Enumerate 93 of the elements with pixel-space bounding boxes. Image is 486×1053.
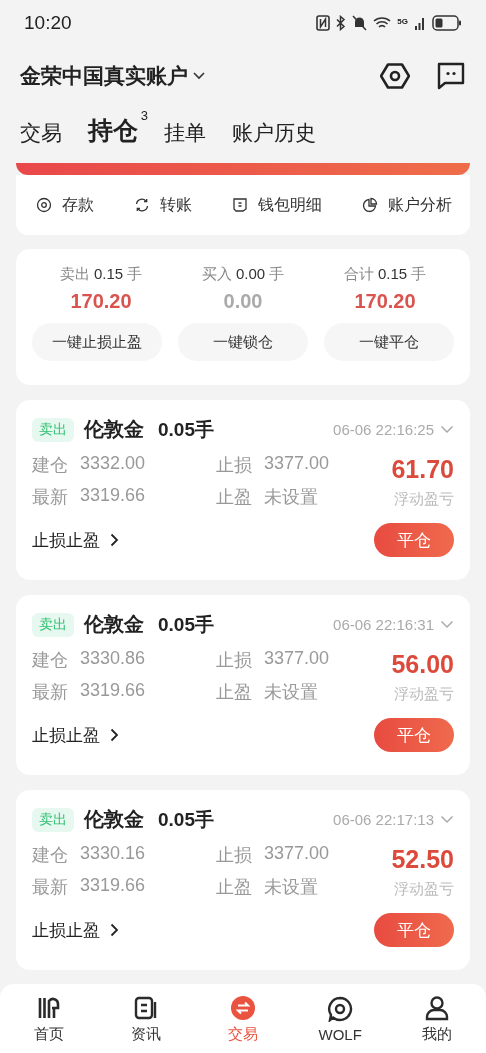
tab[interactable]: 账户历史 [232,119,316,147]
field-value: 3377.00 [264,843,330,865]
open-time: 06-06 22:16:25 [333,421,434,438]
chevron-right-icon [110,923,119,937]
action-button[interactable]: 账户分析 [362,194,452,216]
lot-size: 0.05手 [158,807,214,832]
nav-item[interactable]: 我的 [407,994,468,1044]
pnl-label: 浮动盈亏 [394,685,454,704]
pnl-label: 浮动盈亏 [394,880,454,899]
lots-label: 卖出 0.15 手 [59,265,143,284]
side-tag: 卖出 [32,807,74,832]
field-label: 最新 [32,681,68,704]
count-superscript: 3 [140,108,148,123]
nav-item[interactable]: WOLF [310,995,371,1043]
bluetooth-icon [336,14,347,31]
field-value: 3319.66 [80,485,146,507]
symbol-name: 伦敦金 [84,807,144,832]
pnl-value: 52.50 [391,845,454,874]
side-tag: 卖出 [32,417,74,442]
receipt-icon [232,197,248,213]
action-button[interactable]: 存款 [36,194,94,216]
status-time: 10:20 [24,11,72,34]
quick-button[interactable]: 一键止损止盈 [32,323,162,361]
pnl-value: 61.70 [391,455,454,484]
stop-loss-link[interactable]: 止损止盈 [32,528,119,552]
action-button[interactable]: 转账 [134,194,192,216]
profit-value: 170.20 [70,290,132,313]
settings-icon[interactable] [380,61,410,91]
nfc-icon [316,14,331,31]
field-label: 止损 [216,649,252,672]
field-value: 3330.16 [80,843,146,865]
profit-value: 0.00 [223,290,263,313]
stop-loss-link[interactable]: 止损止盈 [32,723,119,747]
quick-button[interactable]: 一键锁仓 [178,323,308,361]
lot-size: 0.05手 [158,612,214,637]
pnl-value: 56.00 [391,650,454,679]
lots-label: 合计 0.15 手 [343,265,427,284]
field-label: 最新 [32,876,68,899]
news-icon [132,994,159,1021]
pie-chart-icon [362,197,378,213]
lots-label: 买入 0.00 手 [201,265,285,284]
account-title[interactable]: 金荣中国真实账户 [20,62,188,90]
user-icon [424,994,451,1021]
field-value: 3377.00 [264,453,330,475]
chevron-right-icon [110,533,119,547]
nav-item[interactable]: 交易 [212,994,273,1044]
stop-loss-link[interactable]: 止损止盈 [32,918,119,942]
tab[interactable]: 挂单 [164,119,206,147]
field-label: 止盈 [216,486,252,509]
wifi-icon [373,15,392,30]
close-position-button[interactable]: 平仓 [374,913,454,947]
quick-button[interactable]: 一键平仓 [324,323,454,361]
exchange-icon [229,994,256,1021]
network-label: 5G [397,16,408,26]
lot-size: 0.05手 [158,417,214,442]
field-label: 止盈 [216,681,252,704]
message-icon[interactable] [436,61,466,91]
chat-icon [327,995,354,1022]
muted-bell-icon [352,14,368,31]
nav-item[interactable]: 资讯 [115,994,176,1044]
field-value: 3319.66 [80,680,146,702]
field-label: 止损 [216,844,252,867]
close-position-button[interactable]: 平仓 [374,718,454,752]
field-label: 止盈 [216,876,252,899]
pnl-label: 浮动盈亏 [394,490,454,509]
field-value: 3332.00 [80,453,146,475]
signal-icon [414,15,426,30]
close-position-button[interactable]: 平仓 [374,523,454,557]
field-label: 建仓 [32,649,68,672]
field-value: 未设置 [264,876,318,899]
field-label: 最新 [32,486,68,509]
field-value: 未设置 [264,486,318,509]
field-value: 3377.00 [264,648,330,670]
side-tag: 卖出 [32,612,74,637]
battery-icon [432,14,462,31]
nav-item[interactable]: 首页 [18,994,79,1044]
symbol-name: 伦敦金 [84,612,144,637]
profit-value: 170.20 [354,290,416,313]
field-value: 3330.86 [80,648,146,670]
action-button[interactable]: 钱包明细 [232,194,322,216]
tab[interactable]: 交易 [20,119,62,147]
open-time: 06-06 22:16:31 [333,616,434,633]
chevron-down-icon[interactable] [192,71,206,81]
chevron-right-icon [110,728,119,742]
field-label: 建仓 [32,844,68,867]
field-value: 未设置 [264,681,318,704]
refresh-icon [134,197,150,213]
field-value: 3319.66 [80,875,146,897]
open-time: 06-06 22:17:13 [333,811,434,828]
symbol-name: 伦敦金 [84,417,144,442]
target-icon [36,197,52,213]
field-label: 止损 [216,454,252,477]
field-label: 建仓 [32,454,68,477]
